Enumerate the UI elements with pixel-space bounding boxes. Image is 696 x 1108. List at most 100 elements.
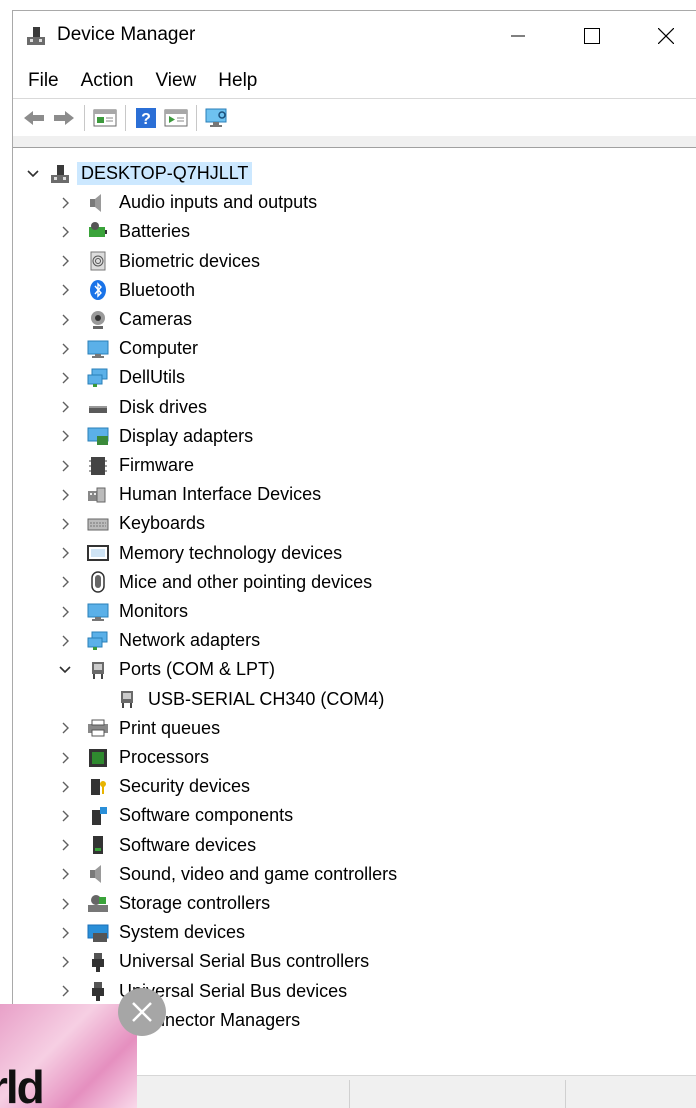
chevron-down-icon[interactable] <box>25 166 41 182</box>
tree-category-item[interactable]: Batteries <box>57 217 190 246</box>
tree-category-item[interactable]: Keyboards <box>57 509 205 538</box>
tree-category-item[interactable]: Cameras <box>57 305 192 334</box>
monitor-icon <box>87 601 109 623</box>
menu-file[interactable]: File <box>13 65 70 97</box>
svg-text:?: ? <box>141 111 151 128</box>
tree-category-item[interactable]: DellUtils <box>57 363 185 392</box>
chevron-right-icon[interactable] <box>57 866 73 882</box>
tree-category-item[interactable]: Disk drives <box>57 393 207 422</box>
menu-view[interactable]: View <box>144 65 207 97</box>
tree-category-item[interactable]: Storage controllers <box>57 889 270 918</box>
properties-button[interactable] <box>90 103 120 133</box>
menu-bar: File Action View Help <box>13 65 696 97</box>
chevron-right-icon[interactable] <box>57 341 73 357</box>
tree-category-item[interactable]: Software devices <box>57 831 256 860</box>
tree-item-label: Cameras <box>119 309 193 329</box>
chevron-right-icon[interactable] <box>57 604 73 620</box>
chevron-right-icon[interactable] <box>57 253 73 269</box>
run-button[interactable] <box>161 103 191 133</box>
network-adapter-icon <box>87 630 109 652</box>
chevron-right-icon[interactable] <box>57 779 73 795</box>
tree-item-label: Batteries <box>119 221 191 242</box>
tree-item-label: Mice and other pointing devices <box>119 571 373 592</box>
tree-category-item[interactable]: Software components <box>57 801 293 830</box>
bluetooth-icon <box>87 279 109 301</box>
scan-hardware-button[interactable] <box>202 103 232 133</box>
device-manager-window: Device Manager File Action View Help ? D… <box>12 10 696 1108</box>
tree-category-item[interactable]: System devices <box>57 918 245 947</box>
tree-category-item[interactable]: Network adapters <box>57 626 260 655</box>
chevron-right-icon[interactable] <box>57 516 73 532</box>
minimize-button[interactable] <box>481 11 555 61</box>
camera-icon <box>87 309 109 331</box>
chevron-right-icon[interactable] <box>57 487 73 503</box>
tree-category-item[interactable]: Universal Serial Bus controllers <box>57 947 369 976</box>
chevron-right-icon[interactable] <box>57 954 73 970</box>
tree-category-item[interactable]: Mice and other pointing devices <box>57 568 372 597</box>
chevron-right-icon[interactable] <box>57 545 73 561</box>
tree-item-label: Ports (COM & LPT) <box>119 659 276 680</box>
tree-category-item[interactable]: Security devices <box>57 772 250 801</box>
chevron-right-icon[interactable] <box>57 808 73 824</box>
tree-category-item[interactable]: Print queues <box>57 714 220 743</box>
firmware-icon <box>87 455 109 477</box>
tree-category-item[interactable]: Display adapters <box>57 422 253 451</box>
tree-category-item[interactable]: Ports (COM & LPT) <box>57 655 275 684</box>
close-button[interactable] <box>629 11 696 61</box>
chevron-right-icon[interactable] <box>57 896 73 912</box>
tree-category-item[interactable]: Biometric devices <box>57 247 260 276</box>
mouse-icon <box>87 571 109 594</box>
chevron-right-icon[interactable] <box>57 837 73 853</box>
chevron-right-icon[interactable] <box>57 925 73 941</box>
speaker-icon <box>87 192 109 214</box>
forward-button[interactable] <box>49 103 79 133</box>
fingerprint-icon <box>87 250 109 272</box>
memory-icon <box>87 542 109 564</box>
chevron-right-icon[interactable] <box>57 983 73 999</box>
chevron-right-icon[interactable] <box>57 720 73 736</box>
tree-category-item[interactable]: Monitors <box>57 597 188 626</box>
monitor-scan-icon <box>205 108 227 127</box>
help-button[interactable]: ? <box>131 103 161 133</box>
chevron-right-icon[interactable] <box>57 633 73 649</box>
software-component-icon <box>87 805 109 827</box>
ad-overlay[interactable]: rld <box>0 1004 137 1108</box>
tree-item-label: Processors <box>119 747 210 767</box>
back-button[interactable] <box>19 103 49 133</box>
device-tree: DESKTOP-Q7HJLLT Audio inputs and outputs B… <box>13 151 696 1075</box>
tree-item-label: System devices <box>119 922 246 943</box>
chevron-right-icon[interactable] <box>57 370 73 386</box>
usb-icon <box>87 980 109 1002</box>
tree-item-label: Audio inputs and outputs <box>119 192 318 213</box>
chevron-right-icon[interactable] <box>57 750 73 766</box>
tree-category-item[interactable]: Bluetooth <box>57 276 195 305</box>
tree-category-item[interactable]: Sound, video and game controllers <box>57 860 397 889</box>
security-icon <box>87 776 109 798</box>
toolbar: ? <box>13 98 696 136</box>
chevron-right-icon[interactable] <box>57 458 73 474</box>
menu-action[interactable]: Action <box>70 65 145 97</box>
chevron-right-icon[interactable] <box>57 399 73 415</box>
tree-item-label: Universal Serial Bus controllers <box>119 951 370 972</box>
chevron-right-icon[interactable] <box>57 282 73 298</box>
menu-help[interactable]: Help <box>207 65 268 97</box>
maximize-button[interactable] <box>555 11 629 61</box>
tree-category-item[interactable]: Processors <box>57 743 209 772</box>
tree-category-item[interactable]: Audio inputs and outputs <box>57 188 317 217</box>
tree-category-item[interactable]: Human Interface Devices <box>57 480 321 509</box>
tree-device-item[interactable]: USB-SERIAL CH340 (COM4) <box>116 685 384 714</box>
title-bar[interactable]: Device Manager <box>13 11 696 61</box>
tree-category-item[interactable]: Universal Serial Bus devices <box>57 977 347 1006</box>
tree-category-item[interactable]: Memory technology devices <box>57 539 342 568</box>
tree-category-item[interactable]: Computer <box>57 334 198 363</box>
chevron-down-icon[interactable] <box>57 662 73 678</box>
tree-root-computer[interactable]: DESKTOP-Q7HJLLT <box>25 159 253 188</box>
chevron-right-icon[interactable] <box>57 224 73 240</box>
tree-category-item[interactable]: Firmware <box>57 451 194 480</box>
chevron-right-icon[interactable] <box>57 574 73 590</box>
tree-item-label: Storage controllers <box>119 893 271 913</box>
chevron-right-icon[interactable] <box>57 195 73 211</box>
ad-close-button[interactable] <box>118 988 166 1036</box>
chevron-right-icon[interactable] <box>57 428 73 444</box>
chevron-right-icon[interactable] <box>57 312 73 328</box>
